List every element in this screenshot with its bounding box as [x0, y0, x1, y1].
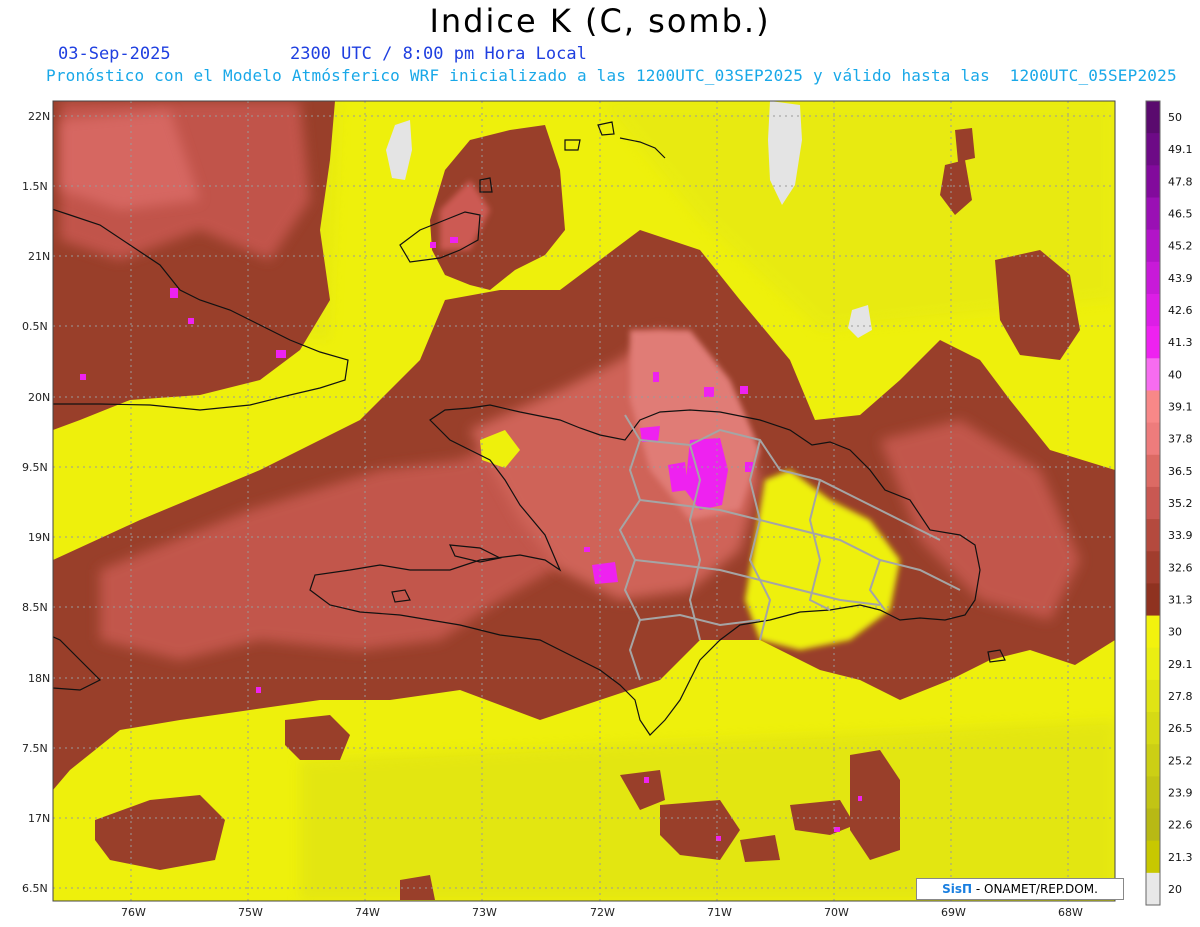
colorbar-swatch [1146, 551, 1160, 584]
colorbar-swatch [1146, 615, 1160, 649]
colorbar-label: 42.6 [1168, 304, 1193, 317]
colorbar-label: 43.9 [1168, 272, 1193, 285]
lat-label: 17N [28, 812, 50, 825]
lat-label: 9.5N [22, 461, 48, 474]
colorbar-label: 45.2 [1168, 240, 1193, 253]
lat-label: 6.5N [22, 882, 48, 895]
colorbar-label: 26.5 [1168, 722, 1193, 735]
lon-axis: 76W 75W 74W 73W 72W 71W 70W 69W 68W [121, 906, 1083, 919]
colorbar-label: 27.8 [1168, 690, 1193, 703]
lon-label: 76W [121, 906, 146, 919]
lat-label: 1.5N [22, 180, 48, 193]
lat-label: 20N [28, 391, 50, 404]
k-index-map: 22N 1.5N 21N 0.5N 20N 9.5N 19N 8.5N 18N … [22, 100, 1193, 919]
colorbar-swatch [1146, 261, 1160, 295]
colorbar-swatch [1146, 583, 1160, 617]
colorbar-label: 25.2 [1168, 754, 1193, 767]
colorbar-swatch [1146, 679, 1160, 713]
lat-label: 22N [28, 110, 50, 123]
colorbar-swatch [1146, 776, 1160, 810]
colorbar-swatch [1146, 390, 1160, 424]
sispi-logo: SisΠ [942, 882, 973, 896]
colorbar-label: 49.1 [1168, 143, 1193, 156]
colorbar-label: 39.1 [1168, 401, 1193, 414]
colorbar-swatch [1146, 133, 1160, 166]
colorbar-label: 35.2 [1168, 497, 1193, 510]
credit-text: - ONAMET/REP.DOM. [972, 882, 1098, 896]
lon-label: 72W [590, 906, 615, 919]
lon-label: 68W [1058, 906, 1083, 919]
colorbar-swatch [1146, 647, 1160, 681]
lon-label: 74W [355, 906, 380, 919]
lat-label: 19N [28, 531, 50, 544]
colorbar-label: 29.1 [1168, 658, 1193, 671]
colorbar-label: 23.9 [1168, 786, 1193, 799]
colorbar-swatch [1146, 326, 1160, 359]
colorbar-swatch [1146, 101, 1160, 134]
colorbar-label: 32.6 [1168, 561, 1193, 574]
colorbar-swatch [1146, 358, 1160, 391]
colorbar-label: 22.6 [1168, 819, 1193, 832]
colorbar-swatch [1146, 422, 1160, 456]
colorbar: 50 49.1 47.8 46.5 45.2 43.9 42.6 41.3 40 39.1 37.8… [1145, 100, 1193, 906]
colorbar-swatch [1146, 712, 1160, 745]
lon-label: 70W [824, 906, 849, 919]
colorbar-label: 41.3 [1168, 336, 1193, 349]
colorbar-swatch [1146, 165, 1160, 198]
lat-axis: 22N 1.5N 21N 0.5N 20N 9.5N 19N 8.5N 18N … [22, 110, 50, 895]
colorbar-label: 46.5 [1168, 208, 1193, 221]
credit-box: SisΠ - ONAMET/REP.DOM. [916, 878, 1124, 900]
lon-label: 73W [472, 906, 497, 919]
colorbar-label: 40 [1168, 368, 1182, 381]
colorbar-swatch [1146, 486, 1160, 520]
colorbar-swatch [1146, 519, 1160, 552]
lat-label: 18N [28, 672, 50, 685]
lat-label: 0.5N [22, 320, 48, 333]
colorbar-swatch [1146, 229, 1160, 263]
colorbar-swatch [1146, 872, 1160, 906]
lon-label: 71W [707, 906, 732, 919]
colorbar-label: 50 [1168, 111, 1182, 124]
colorbar-label: 21.3 [1168, 851, 1193, 864]
shaded-field [53, 101, 1115, 901]
colorbar-label: 37.8 [1168, 433, 1193, 446]
colorbar-swatch [1146, 744, 1160, 777]
lat-label: 7.5N [22, 742, 48, 755]
colorbar-swatch [1146, 293, 1160, 327]
colorbar-label: 36.5 [1168, 465, 1193, 478]
colorbar-swatch [1146, 197, 1160, 231]
colorbar-label: 30 [1168, 626, 1182, 639]
colorbar-label: 47.8 [1168, 175, 1193, 188]
lon-label: 75W [238, 906, 263, 919]
lat-label: 21N [28, 250, 50, 263]
lat-label: 8.5N [22, 601, 48, 614]
colorbar-swatch [1146, 840, 1160, 874]
colorbar-swatch [1146, 454, 1160, 488]
colorbar-label: 20 [1168, 883, 1182, 896]
colorbar-label: 31.3 [1168, 593, 1193, 606]
lon-label: 69W [941, 906, 966, 919]
colorbar-swatch [1146, 808, 1160, 842]
colorbar-label: 33.9 [1168, 529, 1193, 542]
